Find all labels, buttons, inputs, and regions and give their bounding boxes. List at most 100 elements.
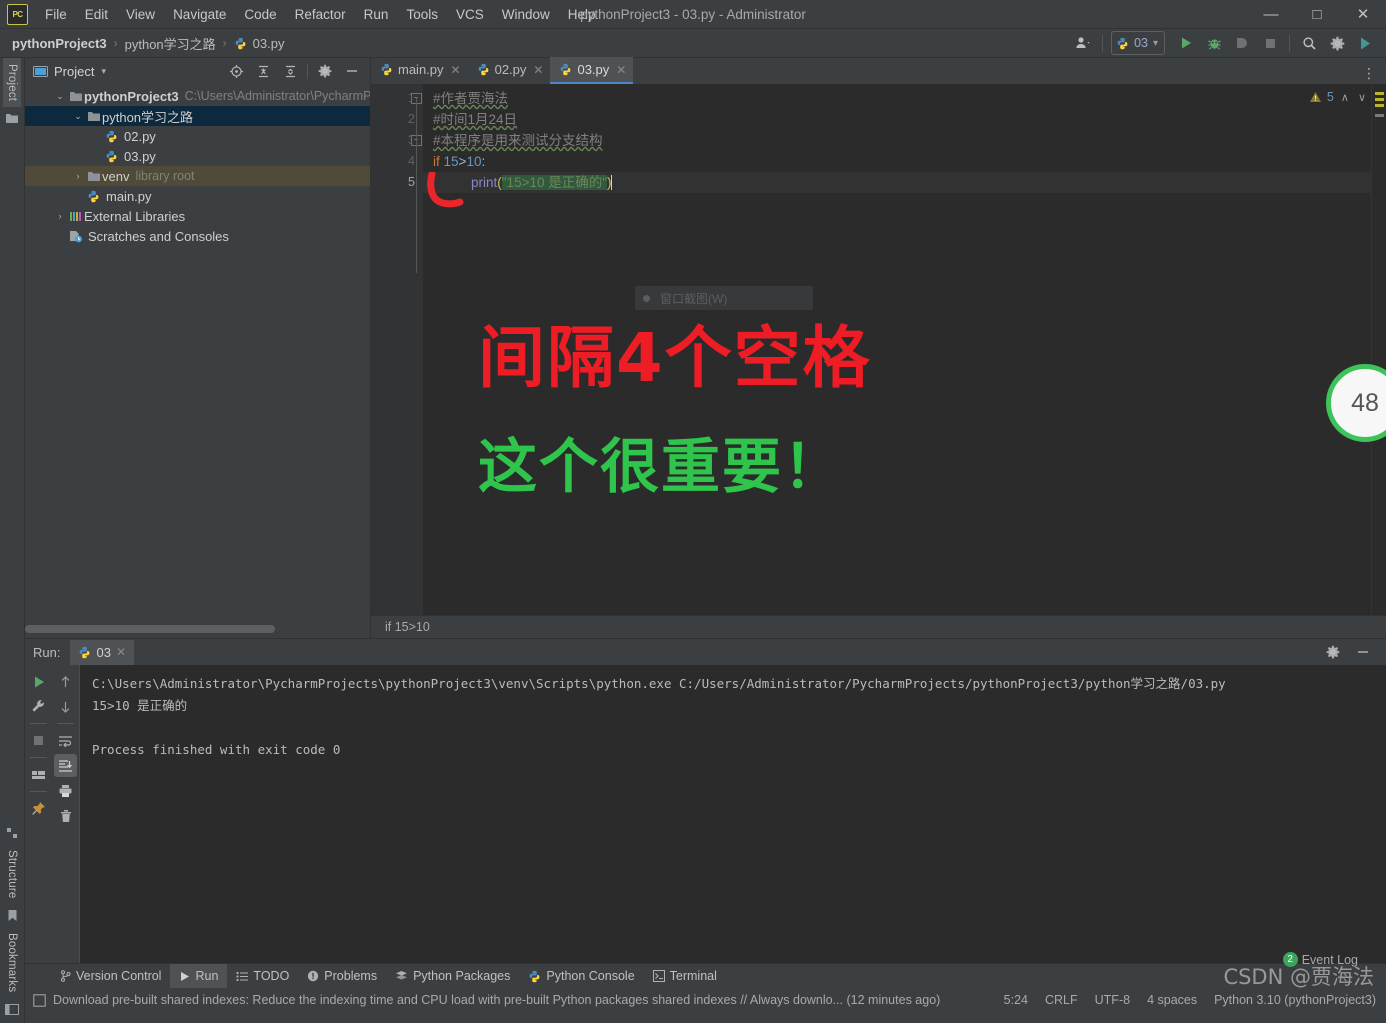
arrow-up-icon[interactable] xyxy=(54,670,77,693)
editor-tab-mainpy[interactable]: main.py ✕ xyxy=(371,57,468,84)
menu-refactor[interactable]: Refactor xyxy=(286,4,355,25)
project-tree[interactable]: ⌄ pythonProject3 C:\Users\Administrator\… xyxy=(25,84,370,623)
editor-tab-02py[interactable]: 02.py ✕ xyxy=(468,57,551,84)
debug-icon[interactable] xyxy=(1201,32,1227,54)
gear-icon[interactable] xyxy=(1324,32,1350,54)
stop-icon[interactable] xyxy=(1257,32,1283,54)
maximize-button[interactable]: □ xyxy=(1294,0,1340,28)
editor-marker-bar[interactable] xyxy=(1371,84,1386,615)
rail-tab-structure[interactable]: Structure xyxy=(3,844,21,904)
collapse-all-icon[interactable] xyxy=(277,60,303,82)
chevron-down-icon[interactable]: ▾ xyxy=(101,66,106,77)
rail-tab-bookmarks[interactable]: Bookmarks xyxy=(3,927,21,998)
chevron-right-icon[interactable]: › xyxy=(71,171,85,181)
chevron-right-icon[interactable]: › xyxy=(53,211,67,221)
indent-setting[interactable]: 4 spaces xyxy=(1147,993,1197,1007)
arrow-down-icon[interactable] xyxy=(54,695,77,718)
menu-code[interactable]: Code xyxy=(235,4,285,25)
menu-vcs[interactable]: VCS xyxy=(447,4,493,25)
tree-label: pythonProject3 xyxy=(84,88,179,104)
print-icon[interactable] xyxy=(54,779,77,802)
warning-marker[interactable] xyxy=(1375,104,1384,107)
bottom-tab-version-control[interactable]: Version Control xyxy=(51,964,170,988)
scroll-from-source-icon[interactable] xyxy=(223,60,249,82)
file-encoding[interactable]: UTF-8 xyxy=(1095,993,1130,1007)
menu-window[interactable]: Window xyxy=(493,4,559,25)
hide-icon[interactable] xyxy=(1350,641,1376,663)
menu-run[interactable]: Run xyxy=(355,4,398,25)
bottom-tab-python-console[interactable]: Python Console xyxy=(519,964,643,988)
close-button[interactable]: ✕ xyxy=(1340,0,1386,28)
breadcrumb-statement[interactable]: if 15>10 xyxy=(385,620,430,634)
scroll-end-icon[interactable] xyxy=(54,754,77,777)
tree-node-project-root[interactable]: ⌄ pythonProject3 C:\Users\Administrator\… xyxy=(25,86,370,106)
close-icon[interactable]: ✕ xyxy=(451,63,461,77)
editor-options-icon[interactable]: ⋮ xyxy=(1352,62,1386,84)
bottom-tab-todo[interactable]: TODO xyxy=(227,964,298,988)
project-horizontal-scrollbar[interactable] xyxy=(25,623,370,638)
gear-icon[interactable] xyxy=(312,60,338,82)
tree-node-mainpy[interactable]: main.py xyxy=(25,186,370,206)
chevron-up-icon[interactable]: ∧ xyxy=(1339,91,1351,104)
status-message[interactable]: Download pre-built shared indexes: Reduc… xyxy=(53,993,940,1007)
breadcrumb-file[interactable]: 03.py xyxy=(251,35,287,52)
stop-icon[interactable] xyxy=(27,729,50,752)
menu-tools[interactable]: Tools xyxy=(397,4,447,25)
minimize-button[interactable]: — xyxy=(1248,0,1294,28)
menu-edit[interactable]: Edit xyxy=(76,4,117,25)
tree-node-venv[interactable]: › venv library root xyxy=(25,166,370,186)
close-icon[interactable]: ✕ xyxy=(616,63,626,77)
menu-help[interactable]: Help xyxy=(559,4,605,25)
bottom-tab-problems[interactable]: Problems xyxy=(298,964,386,988)
problems-icon xyxy=(307,970,319,982)
python-interpreter[interactable]: Python 3.10 (pythonProject3) xyxy=(1214,993,1376,1007)
caret-position[interactable]: 5:24 xyxy=(1004,993,1028,1007)
layout-icon[interactable] xyxy=(27,763,50,786)
warning-marker[interactable] xyxy=(1375,92,1384,95)
scrollbar-thumb[interactable] xyxy=(25,625,275,633)
run-icon[interactable] xyxy=(1173,32,1199,54)
chevron-down-icon[interactable]: ∨ xyxy=(1356,91,1368,104)
bottom-tab-terminal[interactable]: Terminal xyxy=(644,964,726,988)
line-separator[interactable]: CRLF xyxy=(1045,993,1078,1007)
caret-marker[interactable] xyxy=(1375,114,1384,117)
breadcrumb-folder[interactable]: python学习之路 xyxy=(123,33,218,54)
tree-node-external-libraries[interactable]: › External Libraries xyxy=(25,206,370,226)
run-configuration-selector[interactable]: 03 ▾ xyxy=(1111,31,1165,55)
editor-breadcrumb-bar[interactable]: if 15>10 xyxy=(371,615,1386,638)
bottom-tab-python-packages[interactable]: Python Packages xyxy=(386,964,519,988)
chevron-down-icon[interactable]: ⌄ xyxy=(53,91,67,102)
gear-icon[interactable] xyxy=(1320,641,1346,663)
breadcrumb-project[interactable]: pythonProject3 xyxy=(10,35,109,52)
search-icon[interactable] xyxy=(1296,32,1322,54)
menu-file[interactable]: File xyxy=(36,4,76,25)
close-icon[interactable]: ✕ xyxy=(533,63,543,77)
ghost-tooltip-label: 窗口截图(W) xyxy=(660,291,728,306)
rerun-button[interactable] xyxy=(27,670,50,693)
ide-updates-icon[interactable] xyxy=(1352,32,1378,54)
wrap-icon[interactable] xyxy=(54,729,77,752)
pin-icon[interactable] xyxy=(27,797,50,820)
warning-marker[interactable] xyxy=(1375,98,1384,101)
close-icon[interactable]: ✕ xyxy=(116,645,126,659)
editor-tab-03py[interactable]: 03.py ✕ xyxy=(550,57,634,84)
expand-all-icon[interactable] xyxy=(250,60,276,82)
menu-navigate[interactable]: Navigate xyxy=(164,4,235,25)
bottom-tab-run[interactable]: Run xyxy=(170,964,228,988)
tree-node-python-folder[interactable]: ⌄ python学习之路 xyxy=(25,106,370,126)
rail-tab-project[interactable]: Project xyxy=(3,58,21,108)
trash-icon[interactable] xyxy=(54,804,77,827)
chevron-down-icon[interactable]: ⌄ xyxy=(71,111,85,122)
user-icon[interactable] xyxy=(1070,32,1096,54)
wrench-icon[interactable] xyxy=(27,695,50,718)
tree-node-02py[interactable]: 02.py xyxy=(25,126,370,146)
editor-gutter[interactable]: 1 2 3 4 5 − − xyxy=(371,84,423,615)
console-output[interactable]: C:\Users\Administrator\PycharmProjects\p… xyxy=(80,665,1386,963)
tree-node-03py[interactable]: 03.py xyxy=(25,146,370,166)
coverage-icon[interactable] xyxy=(1229,32,1255,54)
tree-node-scratches[interactable]: Scratches and Consoles xyxy=(25,226,370,246)
inspections-widget[interactable]: 5 ∧ ∨ xyxy=(1309,90,1368,104)
run-tab-03[interactable]: 03 ✕ xyxy=(70,639,134,665)
hide-icon[interactable] xyxy=(339,60,365,82)
menu-view[interactable]: View xyxy=(117,4,164,25)
